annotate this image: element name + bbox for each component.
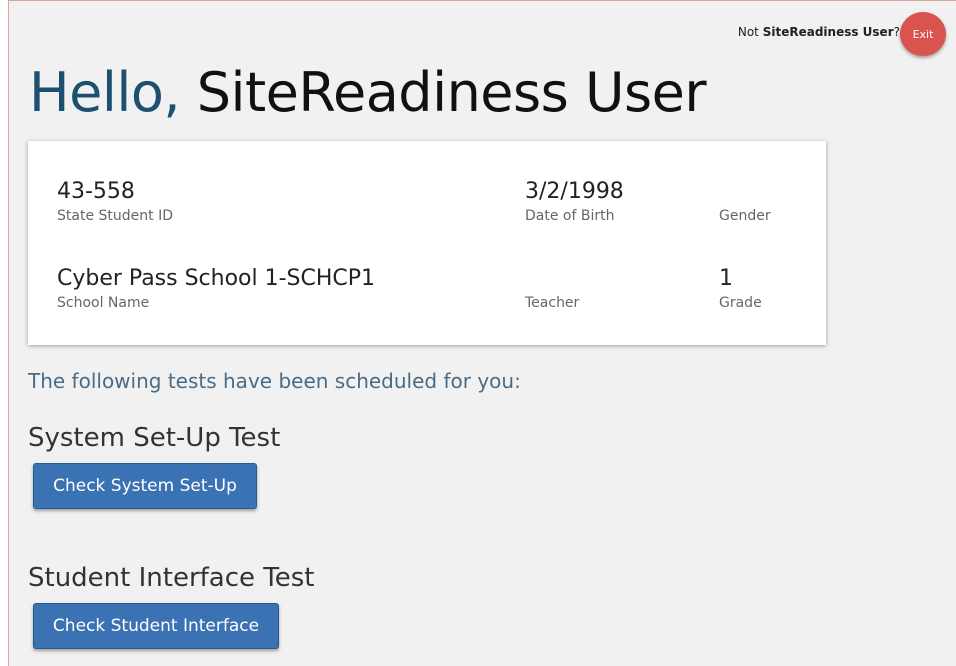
- exit-button[interactable]: Exit: [900, 12, 946, 56]
- page-title: Hello, SiteReadiness User: [29, 61, 707, 124]
- state-student-id-field: 43-558 State Student ID: [57, 177, 173, 224]
- system-setup-test-title: System Set-Up Test: [28, 423, 281, 453]
- gender-label: Gender: [719, 208, 771, 224]
- check-system-setup-button[interactable]: Check System Set-Up: [33, 463, 257, 509]
- teacher-value: [525, 264, 579, 294]
- school-name-value: Cyber Pass School 1-SCHCP1: [57, 266, 376, 291]
- state-student-id-value: 43-558: [57, 179, 135, 204]
- state-student-id-label: State Student ID: [57, 208, 173, 224]
- teacher-label: Teacher: [525, 295, 580, 311]
- greeting-hello: Hello,: [29, 61, 181, 124]
- gender-value: [719, 177, 771, 207]
- teacher-field: Teacher: [525, 264, 579, 311]
- user-notice: Not SiteReadiness User?: [738, 25, 900, 39]
- user-notice-prefix: Not: [737, 25, 759, 39]
- date-of-birth-field: 3/2/1998 Date of Birth: [525, 177, 624, 224]
- greeting-user-name: SiteReadiness User: [196, 61, 707, 124]
- grade-field: 1 Grade: [719, 264, 762, 311]
- gender-field: Gender: [719, 177, 771, 224]
- student-info-card: 43-558 State Student ID 3/2/1998 Date of…: [28, 141, 826, 345]
- check-student-interface-button[interactable]: Check Student Interface: [33, 603, 279, 649]
- grade-value: 1: [719, 266, 733, 291]
- page-frame: Not SiteReadiness User? Hello, SiteReadi…: [8, 0, 956, 666]
- schedule-heading: The following tests have been scheduled …: [28, 369, 521, 393]
- user-notice-name: SiteReadiness User: [762, 25, 894, 39]
- school-name-label: School Name: [57, 295, 150, 311]
- school-name-field: Cyber Pass School 1-SCHCP1 School Name: [57, 264, 375, 311]
- grade-label: Grade: [719, 295, 762, 311]
- date-of-birth-label: Date of Birth: [525, 208, 615, 224]
- student-interface-test-title: Student Interface Test: [28, 563, 315, 593]
- date-of-birth-value: 3/2/1998: [525, 179, 624, 204]
